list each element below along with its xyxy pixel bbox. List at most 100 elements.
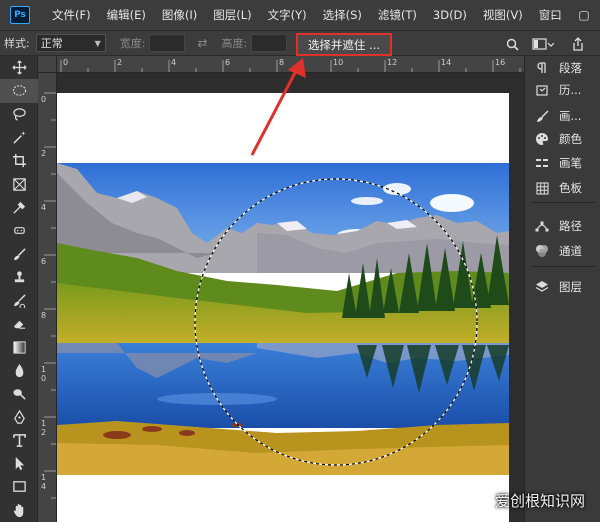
ruler-v-label: 1 4 xyxy=(41,473,47,491)
panel-label: 通道 xyxy=(559,244,582,258)
lasso-icon[interactable] xyxy=(0,103,38,126)
menu-select[interactable]: 选择(S) xyxy=(315,7,370,23)
layers-icon xyxy=(535,280,549,294)
ruler-v-label: 6 xyxy=(41,257,47,266)
color-palette-icon xyxy=(535,132,549,146)
history-icon xyxy=(535,83,549,97)
ruler-corner xyxy=(38,56,57,73)
magic-wand-icon[interactable] xyxy=(0,126,38,149)
ruler-h-label: 16 xyxy=(495,58,506,67)
panel-label: 历... xyxy=(559,83,582,97)
height-field[interactable] xyxy=(251,34,288,52)
ruler-h-label: 4 xyxy=(171,58,177,67)
panel-dock: 段落 历... 画... 颜色 画笔 色板 路径 通道 图层 xyxy=(524,56,600,522)
photoshop-logo-icon: Ps xyxy=(10,6,30,24)
minimize-button[interactable]: – xyxy=(540,0,568,30)
blur-icon[interactable] xyxy=(0,359,38,382)
style-label: 样式: xyxy=(4,37,30,50)
menu-image[interactable]: 图像(I) xyxy=(154,7,205,23)
panel-label: 段落 xyxy=(559,61,582,75)
swatches-panel[interactable]: 色板 xyxy=(525,176,600,200)
panel-divider xyxy=(531,202,595,203)
ruler-v-label: 4 xyxy=(41,203,47,212)
watermark: 爱创根知识网 xyxy=(495,492,586,510)
brush-settings-icon xyxy=(535,109,549,123)
selection-marquee xyxy=(194,178,478,466)
width-field[interactable] xyxy=(149,34,186,52)
menu-edit[interactable]: 编辑(E) xyxy=(99,7,154,23)
eyedropper-icon[interactable] xyxy=(0,196,38,219)
paragraph-panel[interactable]: 段落 xyxy=(525,56,600,80)
panel-label: 图层 xyxy=(559,280,582,294)
ruler-h-label: 2 xyxy=(117,58,123,67)
vertical-ruler: 0 2 4 6 8 1 0 1 2 1 4 xyxy=(38,73,57,522)
photoshop-window: Ps 文件(F) 编辑(E) 图像(I) 图层(L) 文字(Y) 选择(S) 滤… xyxy=(0,0,600,522)
panel-label: 颜色 xyxy=(559,132,582,146)
ruler-h-label: 6 xyxy=(225,58,231,67)
menu-type[interactable]: 文字(Y) xyxy=(260,7,315,23)
type-icon[interactable] xyxy=(0,429,38,452)
brush-icon[interactable] xyxy=(0,242,38,265)
paths-panel[interactable]: 路径 xyxy=(525,214,600,238)
panel-label: 色板 xyxy=(559,181,582,195)
panel-label: 画... xyxy=(559,109,582,123)
menu-bar: Ps 文件(F) 编辑(E) 图像(I) 图层(L) 文字(Y) 选择(S) 滤… xyxy=(0,0,600,30)
options-bar: 样式: 正常 ▼ 宽度: ⇄ 高度: 选择并遮住 ... xyxy=(0,30,600,56)
crop-icon[interactable] xyxy=(0,149,38,172)
brush-settings-panel[interactable]: 画... xyxy=(525,104,600,128)
brushes-icon xyxy=(535,156,549,170)
document-canvas[interactable] xyxy=(57,93,509,522)
search-icon[interactable] xyxy=(503,31,521,57)
document-area: 0 2 4 6 8 10 12 14 16 0 2 4 6 8 1 0 1 2 … xyxy=(38,56,524,522)
hand-icon[interactable] xyxy=(0,499,38,522)
paragraph-icon xyxy=(535,61,549,75)
frame-icon[interactable] xyxy=(0,172,38,195)
ruler-h-label: 8 xyxy=(279,58,285,67)
ruler-v-label: 8 xyxy=(41,311,47,320)
move-tool-icon[interactable] xyxy=(0,56,38,79)
healing-brush-icon[interactable] xyxy=(0,219,38,242)
menu-file[interactable]: 文件(F) xyxy=(44,7,99,23)
panel-label: 画笔 xyxy=(559,156,582,170)
swap-dimensions-icon[interactable]: ⇄ xyxy=(197,36,207,50)
workspace-icon[interactable] xyxy=(530,31,556,57)
rectangle-icon[interactable] xyxy=(0,475,38,498)
ruler-h-label: 0 xyxy=(63,58,69,67)
ruler-v-label: 1 0 xyxy=(41,365,47,383)
channels-panel[interactable]: 通道 xyxy=(525,239,600,263)
style-select-value: 正常 xyxy=(40,37,63,50)
paths-icon xyxy=(535,219,549,233)
history-panel[interactable]: 历... xyxy=(525,78,600,102)
width-label: 宽度: xyxy=(119,37,146,50)
elliptical-marquee-icon[interactable] xyxy=(0,79,38,103)
height-label: 高度: xyxy=(221,37,248,50)
gradient-icon[interactable] xyxy=(0,336,38,359)
panel-divider xyxy=(531,266,595,267)
channels-icon xyxy=(535,244,549,258)
panel-label: 路径 xyxy=(559,219,582,233)
ruler-h-label: 14 xyxy=(441,58,452,67)
layers-panel[interactable]: 图层 xyxy=(525,275,600,299)
restore-button[interactable]: ▢ xyxy=(570,0,598,30)
ruler-v-label: 0 xyxy=(41,95,47,104)
eraser-icon[interactable] xyxy=(0,312,38,335)
ruler-h-label: 12 xyxy=(387,58,398,67)
share-icon[interactable] xyxy=(568,31,588,57)
swatches-icon xyxy=(535,181,549,195)
menu-filter[interactable]: 滤镜(T) xyxy=(370,7,425,23)
color-panel[interactable]: 颜色 xyxy=(525,127,600,151)
menu-3d[interactable]: 3D(D) xyxy=(425,8,475,22)
horizontal-ruler: 0 2 4 6 8 10 12 14 16 xyxy=(57,56,524,73)
dodge-icon[interactable] xyxy=(0,382,38,405)
ruler-h-label: 10 xyxy=(333,58,344,67)
style-select[interactable]: 正常 ▼ xyxy=(35,34,106,52)
select-and-mask-button[interactable]: 选择并遮住 ... xyxy=(296,33,392,56)
clone-stamp-icon[interactable] xyxy=(0,266,38,289)
pen-icon[interactable] xyxy=(0,405,38,428)
tools-panel xyxy=(0,56,38,522)
brushes-panel[interactable]: 画笔 xyxy=(525,151,600,175)
path-selection-icon[interactable] xyxy=(0,452,38,475)
menu-layer[interactable]: 图层(L) xyxy=(205,7,259,23)
history-brush-icon[interactable] xyxy=(0,289,38,312)
menu-view[interactable]: 视图(V) xyxy=(475,7,531,23)
